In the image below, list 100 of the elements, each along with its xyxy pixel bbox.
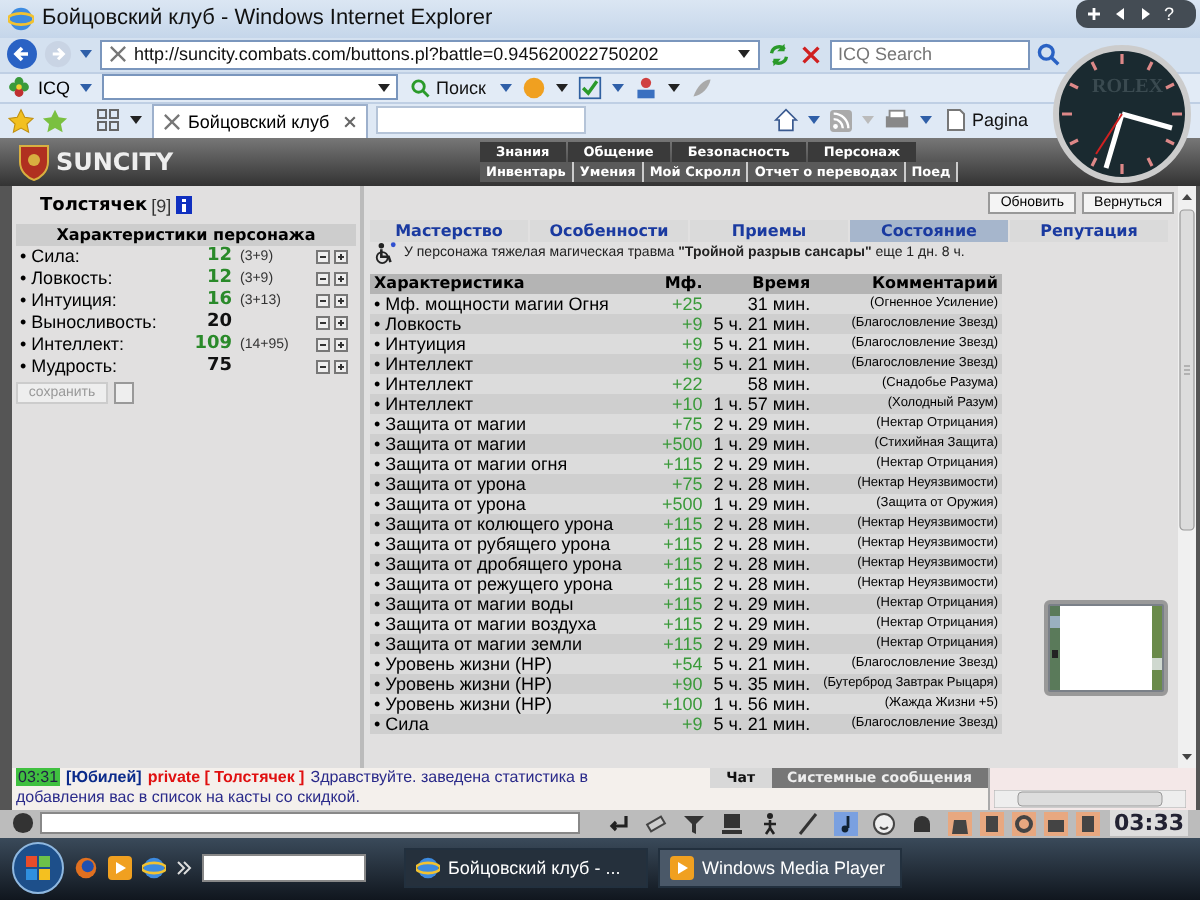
table-cell: 2 ч. 29 мин. xyxy=(706,613,815,634)
search-field[interactable]: ICQ Search xyxy=(830,39,1030,70)
table-cell: +54 xyxy=(658,653,707,674)
table-cell: • Интеллект xyxy=(370,393,658,414)
chat-input[interactable] xyxy=(40,812,580,835)
caret-icon[interactable] xyxy=(128,112,144,129)
grid-icon[interactable] xyxy=(96,108,120,133)
table-cell: 2 ч. 28 мин. xyxy=(706,573,815,594)
refresh-icon[interactable] xyxy=(766,41,792,68)
table-cell: 1 ч. 56 мин. xyxy=(706,693,815,714)
checkmark-icon[interactable] xyxy=(577,75,602,100)
scrollbar[interactable] xyxy=(1178,185,1196,768)
add-star-icon[interactable] xyxy=(42,107,68,134)
table-cell: • Уровень жизни (HP) xyxy=(370,673,658,694)
table-cell: • Интеллект xyxy=(370,373,658,394)
printer-icon[interactable] xyxy=(883,108,910,133)
message-text: Здравствуйте. заведена статистика в xyxy=(310,768,588,787)
back-button[interactable] xyxy=(6,38,38,71)
table-cell: +75 xyxy=(658,413,707,434)
taskbar-button[interactable]: Windows Media Player xyxy=(658,848,902,889)
table-cell: 2 ч. 28 мин. xyxy=(706,533,815,554)
globe-icon xyxy=(416,856,440,881)
caret-icon[interactable] xyxy=(665,79,682,96)
minus-button[interactable] xyxy=(316,271,330,286)
table-cell: +500 xyxy=(658,433,707,454)
caret-icon[interactable] xyxy=(736,46,752,63)
table-cell: 2 ч. 29 мин. xyxy=(706,453,815,474)
column-header: Мф. xyxy=(658,273,707,294)
game-clock: 03:33 xyxy=(1109,810,1188,837)
minus-button[interactable] xyxy=(316,337,330,352)
tab[interactable]: Приемы xyxy=(690,219,848,242)
taskbar-button[interactable]: Бойцовский клуб - ... xyxy=(404,848,648,889)
table-cell: +500 xyxy=(658,493,707,514)
message-time: 03:31 xyxy=(16,768,61,787)
search-button[interactable]: Поиск xyxy=(406,77,490,98)
previous-icon[interactable] xyxy=(1112,6,1128,22)
tab[interactable]: Мастерство xyxy=(370,219,528,242)
user-icon[interactable] xyxy=(633,75,658,100)
minus-button[interactable] xyxy=(316,315,330,330)
character-name: Толстячек xyxy=(40,195,148,216)
plus-button[interactable] xyxy=(334,337,348,352)
table-cell: • Защита от урона xyxy=(370,493,658,514)
stat-name: • Интуиция: xyxy=(20,290,119,311)
play-icon[interactable] xyxy=(108,856,132,881)
table-cell: +115 xyxy=(658,593,707,614)
scrollbar[interactable] xyxy=(994,789,1186,808)
tab[interactable]: Репутация xyxy=(1010,219,1168,242)
search-icon xyxy=(410,77,431,98)
plus-button[interactable] xyxy=(334,271,348,286)
start-button[interactable] xyxy=(12,842,64,895)
stat-value: 109 xyxy=(192,334,232,355)
monitor-icon[interactable] xyxy=(719,811,744,836)
plus-button[interactable] xyxy=(334,315,348,330)
caret-icon[interactable] xyxy=(376,79,393,96)
address-field[interactable]: http://suncity.combats.com/buttons.pl?battle=0.945620022750202 xyxy=(100,39,760,70)
next-icon[interactable] xyxy=(1138,6,1154,22)
plus-button[interactable] xyxy=(334,359,348,374)
globe-icon[interactable] xyxy=(74,856,98,881)
stat-value: 75 xyxy=(204,356,232,377)
window-title: Бойцовский клуб - Windows Internet Explorer xyxy=(42,6,493,31)
message-text: добавления вас в список на касты со скидкой. xyxy=(16,787,362,808)
search-icon[interactable] xyxy=(1036,42,1060,67)
info-icon[interactable] xyxy=(175,196,192,215)
plus-icon[interactable] xyxy=(1086,6,1102,22)
browser-tab[interactable]: Бойцовский клуб xyxy=(152,103,368,138)
plus-button[interactable] xyxy=(334,293,348,308)
minus-button[interactable] xyxy=(316,293,330,308)
globe-icon[interactable] xyxy=(142,856,166,881)
tab[interactable]: Особенности xyxy=(530,219,688,242)
search-field[interactable] xyxy=(202,854,366,883)
plus-button[interactable] xyxy=(334,249,348,264)
table-cell: 5 ч. 21 мин. xyxy=(706,713,815,734)
minus-button[interactable] xyxy=(316,359,330,374)
star-icon[interactable] xyxy=(8,107,34,134)
close-icon[interactable] xyxy=(342,113,358,130)
page-menu-button[interactable]: Pagina xyxy=(941,108,1032,133)
caret-icon[interactable] xyxy=(553,79,570,96)
minus-button[interactable] xyxy=(316,249,330,264)
help-button[interactable]: ? xyxy=(1164,4,1175,24)
table-cell: • Уровень жизни (HP) xyxy=(370,693,658,714)
home-icon[interactable] xyxy=(773,108,798,133)
table-cell: • Защита от магии xyxy=(370,433,658,454)
chevron-icon[interactable] xyxy=(176,860,192,877)
wheelchair-icon xyxy=(374,242,396,265)
music-note-icon[interactable] xyxy=(833,811,858,836)
character-level: [9] xyxy=(151,195,172,216)
checkbox[interactable] xyxy=(114,381,134,404)
play-icon xyxy=(670,856,694,881)
tab[interactable]: Состояние xyxy=(850,219,1008,242)
gear-icon[interactable] xyxy=(1011,811,1036,836)
table-cell: • Защита от колющего урона xyxy=(370,513,658,534)
stat-name: • Мудрость: xyxy=(20,356,120,377)
slash-icon[interactable] xyxy=(795,811,820,836)
close-icon[interactable] xyxy=(798,41,824,68)
table-cell: +115 xyxy=(658,513,707,534)
column-header: Время xyxy=(706,273,815,294)
table-cell: • Защита от магии воды xyxy=(370,593,658,614)
enter-arrow-icon[interactable] xyxy=(605,811,630,836)
table-cell: • Защита от урона xyxy=(370,473,658,494)
table-cell: • Защита от режущего урона xyxy=(370,573,658,594)
